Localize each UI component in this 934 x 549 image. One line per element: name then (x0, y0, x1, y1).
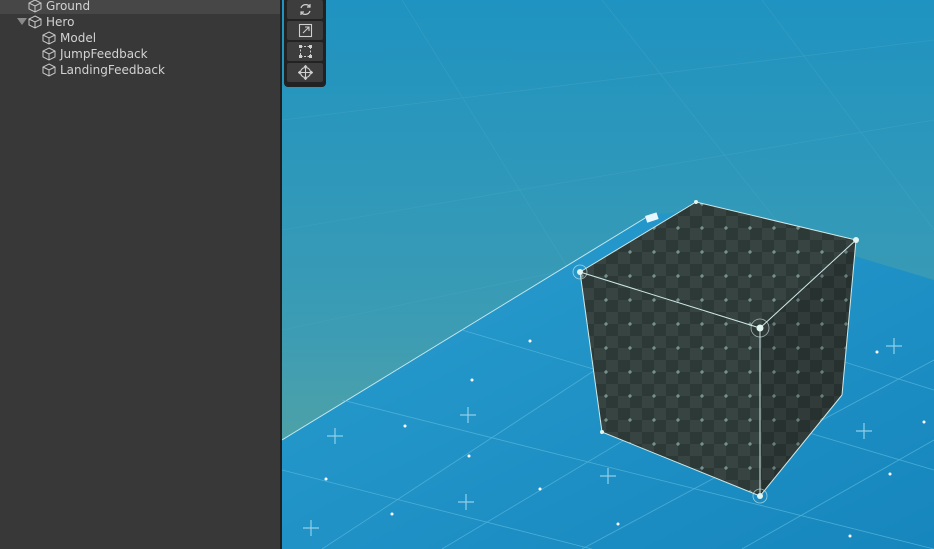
scene-tools-overlay (284, 0, 326, 87)
rect-tool-icon (299, 45, 312, 58)
hierarchy-item-label: Hero (46, 15, 75, 29)
expand-arrow-icon[interactable] (16, 14, 28, 30)
scale-tool-button[interactable] (287, 21, 323, 40)
hierarchy-item-landingfeedback[interactable]: LandingFeedback (0, 62, 280, 78)
cube-icon (42, 31, 56, 45)
hierarchy-item-label: LandingFeedback (60, 63, 165, 77)
transform-tool-button[interactable] (287, 63, 323, 82)
hierarchy-item-label: JumpFeedback (60, 47, 148, 61)
hierarchy-item-label: Model (60, 31, 97, 45)
cube-icon (28, 15, 42, 29)
scene-viewport[interactable] (282, 0, 934, 549)
hierarchy-item-ground[interactable]: Ground (0, 0, 280, 14)
scale-tool-icon (298, 23, 313, 38)
cube-icon (42, 63, 56, 77)
hierarchy-item-jumpfeedback[interactable]: JumpFeedback (0, 46, 280, 62)
hierarchy-item-model[interactable]: Model (0, 30, 280, 46)
hierarchy-item-hero[interactable]: Hero (0, 14, 280, 30)
transform-tool-icon (298, 65, 313, 80)
rotate-tool-icon (300, 4, 311, 15)
hierarchy-panel: Ground Hero Model JumpFeedback LandingFe… (0, 0, 280, 549)
scene-view[interactable] (282, 0, 934, 549)
hierarchy-item-label: Ground (46, 0, 91, 13)
cube-icon (28, 0, 42, 13)
rotate-tool-button[interactable] (287, 0, 323, 19)
cube-icon (42, 47, 56, 61)
rect-tool-button[interactable] (287, 42, 323, 61)
